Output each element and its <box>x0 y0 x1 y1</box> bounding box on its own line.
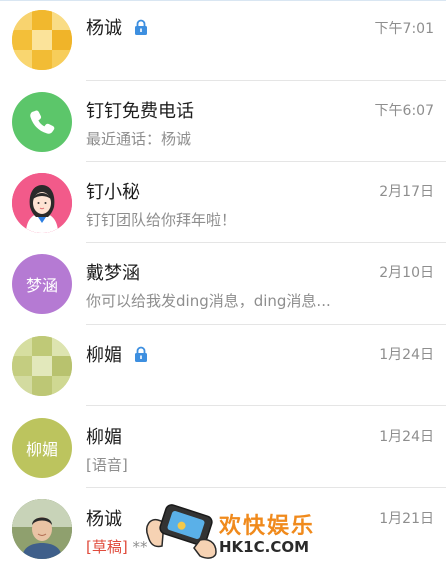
avatar-initials: 柳媚 <box>25 440 58 459</box>
conversation-row-2[interactable]: 钉钉免费电话 下午6:07 最近通话：杨诚 <box>0 81 446 162</box>
watermark-site: HK1C.COM <box>219 538 310 556</box>
phone-avatar <box>12 92 72 152</box>
phone-icon <box>30 110 55 134</box>
avatar-initials: 梦涵 <box>25 276 58 295</box>
timestamp: 2月17日 <box>379 184 434 200</box>
last-message: 你可以给我发ding消息，ding消息... <box>86 292 331 310</box>
last-message: [语音] <box>86 456 128 474</box>
text-avatar: 梦涵 <box>12 254 72 314</box>
contact-name: 杨诚 <box>86 14 148 40</box>
last-message: 钉钉团队给你拜年啦！ <box>86 211 237 229</box>
gamepad-hands-icon <box>146 504 217 559</box>
timestamp: 下午7:01 <box>374 21 434 37</box>
timestamp: 1月24日 <box>379 429 434 445</box>
last-message: 最近通话：杨诚 <box>86 130 192 148</box>
timestamp: 2月10日 <box>379 265 434 281</box>
timestamp: 1月24日 <box>379 347 434 363</box>
mosaic-avatar <box>12 10 72 70</box>
photo-avatar <box>12 499 72 559</box>
contact-name: 戴梦涵 <box>86 263 140 284</box>
draft-tag: [草稿] <box>86 538 128 556</box>
mosaic-avatar <box>12 336 72 396</box>
text-avatar: 柳媚 <box>12 418 72 478</box>
contact-name: 钉钉免费电话 <box>86 101 194 122</box>
lock-icon <box>134 19 147 35</box>
conversation-row-1[interactable]: 杨诚 下午7:01 <box>0 0 446 81</box>
timestamp: 下午6:07 <box>374 103 434 119</box>
conversation-row-5[interactable]: 柳媚 1月24日 <box>0 325 446 406</box>
conversation-row-6[interactable]: 柳媚 柳媚 1月24日 [语音] <box>0 406 446 487</box>
girl-avatar <box>12 173 72 233</box>
conversation-list: 杨诚 下午7:01 钉钉免费电话 下午6:07 最近通话：杨诚 钉小秘 2月17… <box>0 0 446 562</box>
timestamp: 1月21日 <box>379 511 434 527</box>
contact-name: 柳媚 <box>86 427 122 448</box>
contact-name: 柳媚 <box>86 341 148 367</box>
watermark-title: 欢快娱乐 <box>219 514 316 539</box>
last-message: [草稿] ** <box>86 536 148 557</box>
conversation-row-3[interactable]: 钉小秘 2月17日 钉钉团队给你拜年啦！ <box>0 162 446 243</box>
contact-name: 钉小秘 <box>86 182 140 203</box>
contact-name: 杨诚 <box>86 509 122 530</box>
conversation-row-4[interactable]: 梦涵 戴梦涵 2月10日 你可以给我发ding消息，ding消息... <box>0 243 446 324</box>
lock-icon <box>134 346 147 362</box>
